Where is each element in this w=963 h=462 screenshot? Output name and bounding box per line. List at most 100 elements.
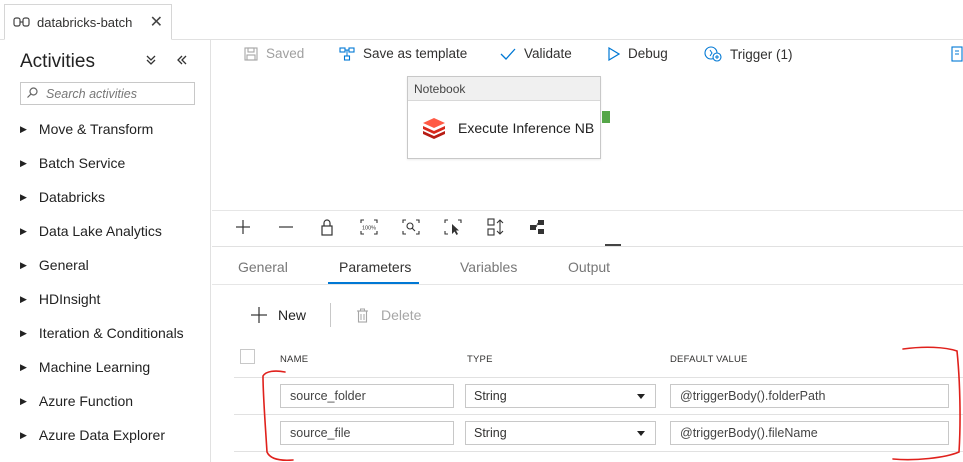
caret-right-icon: ▶ — [20, 293, 27, 304]
play-icon — [608, 46, 620, 61]
pipeline-tab[interactable]: databricks-batch ✕ — [4, 4, 172, 40]
save-as-template-label: Save as template — [363, 46, 468, 61]
toolbar-separator — [330, 303, 331, 327]
activity-type: Notebook — [408, 77, 600, 101]
chevron-down-icon — [637, 431, 645, 436]
validate-button[interactable]: Validate — [500, 46, 572, 61]
activities-title: Activities — [20, 51, 95, 72]
category-list: ▶ Move & Transform ▶ Batch Service ▶ Databr… — [0, 112, 211, 452]
template-icon — [339, 46, 355, 61]
parameter-name-input[interactable]: source_file — [280, 421, 454, 445]
tab-general[interactable]: General — [238, 259, 288, 275]
tab-variables[interactable]: Variables — [460, 259, 517, 275]
caret-right-icon: ▶ — [20, 225, 27, 236]
parameter-type-select[interactable]: String — [465, 384, 656, 408]
properties-panel: General Parameters Variables Output New … — [212, 246, 963, 462]
category-hdinsight[interactable]: ▶ HDInsight — [0, 282, 211, 316]
column-header-type: TYPE — [467, 354, 493, 365]
lock-icon[interactable] — [316, 217, 338, 237]
category-data-lake-analytics[interactable]: ▶ Data Lake Analytics — [0, 214, 211, 248]
zoom-in-icon[interactable] — [232, 217, 254, 237]
category-databricks[interactable]: ▶ Databricks — [0, 180, 211, 214]
search-icon — [27, 86, 38, 101]
category-label: Batch Service — [38, 155, 126, 171]
column-header-name: NAME — [280, 354, 309, 365]
search-input[interactable] — [44, 85, 184, 102]
parameter-default-input[interactable]: @triggerBody().folderPath — [670, 384, 949, 408]
collapse-pane-icon[interactable] — [177, 52, 187, 68]
category-label: HDInsight — [38, 291, 101, 307]
category-label: Azure Data Explorer — [38, 427, 165, 443]
svg-text:100%: 100% — [362, 226, 376, 232]
new-label: New — [278, 307, 307, 323]
category-label: Move & Transform — [38, 121, 154, 137]
parameter-type-select[interactable]: String — [465, 421, 656, 445]
pipeline-icon — [13, 16, 31, 28]
trash-icon — [357, 308, 368, 323]
save-as-template-button[interactable]: Save as template — [339, 46, 467, 61]
table-row[interactable]: source_folder String @triggerBody().fold… — [234, 377, 963, 414]
zoom-out-icon[interactable] — [275, 217, 297, 237]
parameters-grid-header: NAME TYPE DEFAULT VALUE — [212, 347, 963, 377]
checkmark-icon — [500, 48, 516, 60]
caret-right-icon: ▶ — [20, 191, 27, 202]
code-view-button[interactable] — [951, 46, 963, 62]
caret-right-icon: ▶ — [20, 395, 27, 406]
saved-label: Saved — [266, 46, 305, 61]
category-label: Iteration & Conditionals — [38, 325, 184, 341]
caret-right-icon: ▶ — [20, 327, 27, 338]
close-icon[interactable]: ✕ — [150, 12, 163, 32]
notebook-activity[interactable]: Notebook Execute Inference NB — [407, 76, 601, 159]
pipeline-toolbar: Saved Save as template Validate Debug Tr… — [212, 40, 963, 70]
category-azure-data-explorer[interactable]: ▶ Azure Data Explorer — [0, 418, 211, 452]
debug-button[interactable]: Debug — [608, 46, 668, 61]
parameter-type-value: String — [474, 426, 507, 440]
parameter-default-input[interactable]: @triggerBody().fileName — [670, 421, 949, 445]
tab-parameters[interactable]: Parameters — [339, 259, 411, 275]
auto-align-icon[interactable] — [485, 217, 507, 237]
category-azure-function[interactable]: ▶ Azure Function — [0, 384, 211, 418]
panel-tabs: General Parameters Variables Output — [212, 247, 963, 285]
category-move-transform[interactable]: ▶ Move & Transform — [0, 112, 211, 146]
category-general[interactable]: ▶ General — [0, 248, 211, 282]
canvas-toolbar: 100% — [212, 210, 963, 242]
category-label: Databricks — [38, 189, 106, 205]
select-all-checkbox[interactable] — [240, 349, 255, 364]
category-iteration-conditionals[interactable]: ▶ Iteration & Conditionals — [0, 316, 211, 350]
trigger-button[interactable]: Trigger (1) — [704, 46, 793, 62]
category-label: General — [38, 257, 89, 273]
search-box[interactable] — [20, 82, 195, 105]
active-tab-indicator — [328, 282, 419, 284]
trigger-label: Trigger (1) — [730, 46, 793, 62]
pipeline-canvas[interactable]: Notebook Execute Inference NB — [212, 70, 963, 210]
category-machine-learning[interactable]: ▶ Machine Learning — [0, 350, 211, 384]
layout-icon[interactable] — [527, 217, 549, 237]
databricks-icon — [423, 118, 445, 139]
category-label: Data Lake Analytics — [38, 223, 162, 239]
tab-output[interactable]: Output — [568, 259, 610, 275]
category-batch-service[interactable]: ▶ Batch Service — [0, 146, 211, 180]
pipeline-tab-title: databricks-batch — [37, 14, 133, 30]
delete-parameter-button[interactable]: Delete — [356, 307, 421, 323]
zoom-to-fit-icon[interactable] — [400, 217, 422, 237]
chevron-down-icon — [637, 394, 645, 399]
caret-right-icon: ▶ — [20, 361, 27, 372]
zoom-100-icon[interactable]: 100% — [358, 217, 380, 237]
document-tab-bar: databricks-batch ✕ — [0, 0, 963, 40]
new-parameter-button[interactable]: New — [250, 306, 306, 324]
collapse-all-icon[interactable] — [146, 52, 156, 68]
plus-icon — [251, 307, 267, 323]
success-output-handle[interactable] — [602, 111, 610, 123]
select-area-icon[interactable] — [442, 217, 464, 237]
caret-right-icon: ▶ — [20, 123, 27, 134]
save-icon — [244, 46, 258, 61]
table-row[interactable]: source_file String @triggerBody().fileNa… — [234, 414, 963, 451]
delete-label: Delete — [381, 307, 422, 323]
saved-button[interactable]: Saved — [244, 46, 304, 61]
parameter-name-input[interactable]: source_folder — [280, 384, 454, 408]
activity-name: Execute Inference NB — [458, 120, 595, 136]
parameter-type-value: String — [474, 389, 507, 403]
caret-right-icon: ▶ — [20, 157, 27, 168]
code-icon — [951, 46, 963, 62]
category-label: Azure Function — [38, 393, 134, 409]
